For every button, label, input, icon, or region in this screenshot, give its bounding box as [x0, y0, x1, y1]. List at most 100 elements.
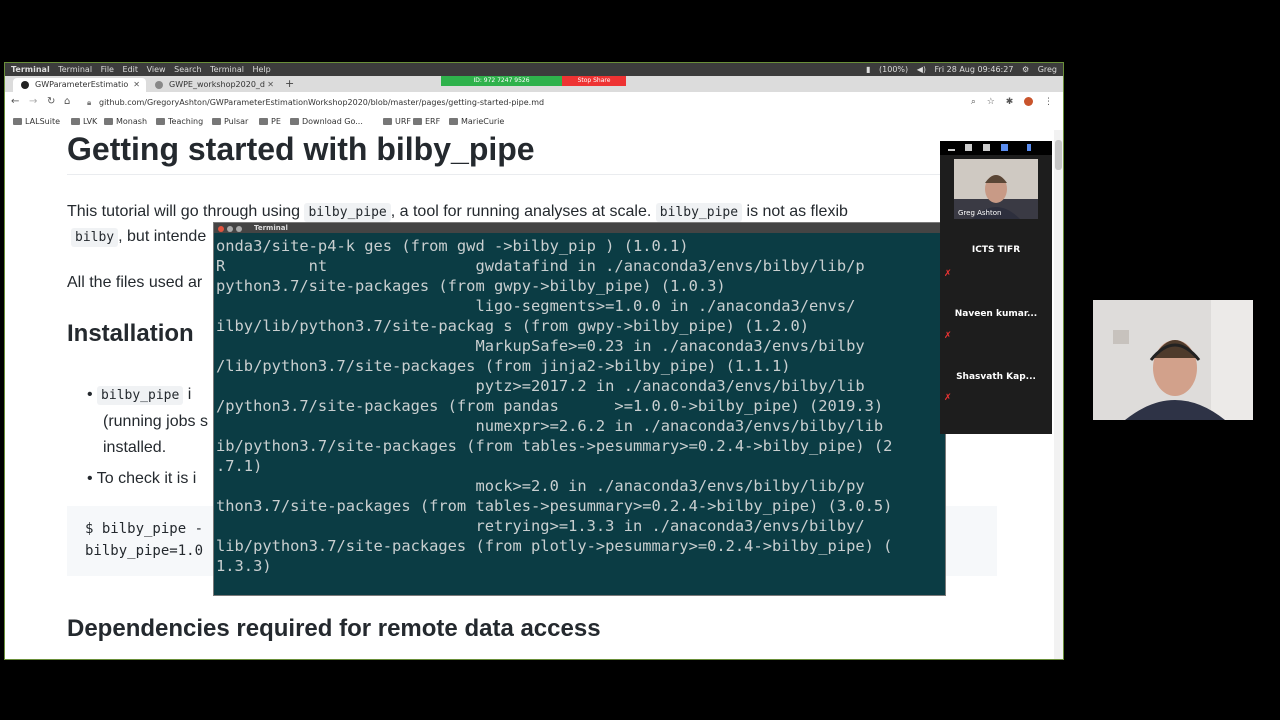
terminal-title: Terminal [254, 224, 288, 232]
home-icon[interactable]: ⌂ [64, 96, 70, 107]
list-item-line3: installed. [103, 439, 167, 456]
mic-muted-icon: ✗ [944, 269, 952, 279]
participant-tile[interactable]: Naveen kumar... ✗ [940, 309, 1052, 371]
mic-muted-icon: ✗ [944, 331, 952, 341]
minimize-icon[interactable] [227, 226, 233, 232]
close-icon[interactable] [218, 226, 224, 232]
mic-muted-icon: ✗ [944, 393, 952, 403]
speaker-camera-view [1093, 300, 1253, 420]
terminal-line: .7.1) [216, 457, 263, 475]
terminal-line: onda3/site-p4-k ges (from gwd ->bilby_pi… [216, 237, 689, 255]
bookmark-lalsuite[interactable]: LALSuite [13, 114, 60, 130]
tab-github-repo[interactable]: GWParameterEstimatio ✕ [13, 78, 146, 92]
code-line: $ bilby_pipe - [85, 521, 204, 537]
menu-dots-icon[interactable]: ⋮ [1044, 97, 1053, 107]
forward-icon[interactable]: → [29, 96, 37, 107]
close-icon[interactable]: ✕ [133, 78, 140, 92]
window-icon[interactable] [965, 144, 972, 151]
battery-icon[interactable]: ▮ [866, 65, 870, 74]
meeting-id-banner: ID: 972 7247 9526 [441, 76, 562, 86]
terminal-line: thon3.7/site-packages (from tables->pesu… [216, 497, 893, 515]
tab-label: GWParameterEstimatio [35, 80, 129, 89]
intro-text: , a tool for running analyses at scale. [390, 203, 656, 220]
url-field[interactable]: 🔒︎ github.com/GregoryAshton/GWParameterE… [83, 96, 961, 110]
browser-actions: ⌕ ☆ ✱ ⋮ [963, 97, 1053, 107]
bookmark-erf[interactable]: ERF [413, 114, 440, 130]
bookmark-urf[interactable]: URF [383, 114, 411, 130]
close-icon[interactable]: ✕ [267, 78, 274, 92]
menu-edit[interactable]: Edit [123, 65, 139, 74]
inline-code: bilby_pipe [304, 203, 391, 222]
extension-icon[interactable]: ✱ [1006, 97, 1014, 107]
menu-terminal-2[interactable]: Terminal [210, 65, 244, 74]
minimize-icon[interactable] [948, 149, 955, 151]
title-divider [67, 174, 997, 175]
bookmark-monash[interactable]: Monash [104, 114, 147, 130]
menu-search[interactable]: Search [174, 65, 201, 74]
power-icon[interactable]: ⚙ [1022, 65, 1029, 74]
github-icon [21, 81, 29, 89]
user-name[interactable]: Greg [1038, 65, 1057, 74]
list-item: • bilby_pipe i [87, 386, 191, 405]
browser-tab-bar: GWParameterEstimatio ✕ GWPE_workshop2020… [5, 76, 1063, 92]
bookmark-lvk[interactable]: LVK [71, 114, 97, 130]
back-icon[interactable]: ← [11, 96, 19, 107]
gallery-view-icon[interactable] [1001, 144, 1008, 151]
avatar[interactable] [1024, 97, 1034, 106]
terminal-line: retrying>=1.3.3 in ./anaconda3/envs/bilb… [216, 517, 865, 535]
bookmark-pulsar[interactable]: Pulsar [212, 114, 248, 130]
menu-app-name[interactable]: Terminal [11, 65, 50, 74]
menu-terminal[interactable]: Terminal [58, 65, 92, 74]
page-icon [155, 81, 163, 89]
terminal-window[interactable]: Terminal onda3/site-p4-k ges (from gwd -… [213, 222, 946, 596]
zoom-toolbar [940, 141, 1052, 155]
window-controls [218, 225, 245, 235]
clock[interactable]: Fri 28 Aug 09:46:27 [935, 65, 1014, 74]
list-item-line2: (running jobs s [103, 413, 208, 430]
maximize-icon[interactable] [236, 226, 242, 232]
page-title: Getting started with bilby_pipe [67, 131, 535, 167]
menu-view[interactable]: View [147, 65, 166, 74]
terminal-titlebar[interactable]: Terminal [214, 223, 945, 233]
terminal-line: pytz>=2017.2 in ./anaconda3/envs/bilby/l… [216, 377, 865, 395]
page-scrollbar[interactable] [1054, 130, 1063, 659]
stop-share-button[interactable]: Stop Share [562, 76, 626, 86]
battery-percent: (100%) [879, 65, 909, 74]
terminal-line: ib/python3.7/site-packages (from tables-… [216, 437, 893, 455]
bookmarks-bar: LALSuite LVK Monash Teaching Pulsar PE D… [5, 114, 1063, 131]
tab-workshop[interactable]: GWPE_workshop2020_d ✕ [147, 78, 280, 92]
reload-icon[interactable]: ↻ [47, 96, 55, 107]
bookmark-teaching[interactable]: Teaching [156, 114, 203, 130]
new-tab-button[interactable]: + [285, 77, 294, 90]
menu-help[interactable]: Help [253, 65, 271, 74]
bookmark-pe[interactable]: PE [259, 114, 281, 130]
dependencies-heading: Dependencies required for remote data ac… [67, 615, 601, 642]
participant-tile[interactable]: ICTS TIFR ✗ [940, 245, 1052, 307]
volume-icon[interactable]: ◀) [917, 65, 926, 74]
bookmark-mariecurie[interactable]: MarieCurie [449, 114, 504, 130]
list-item: • To check it is i [87, 470, 196, 488]
terminal-line: ligo-segments>=1.0.0 in ./anaconda3/envs… [216, 297, 856, 315]
intro-text: This tutorial will go through using [67, 203, 305, 220]
tab-label: GWPE_workshop2020_d [169, 80, 265, 89]
intro-paragraph: This tutorial will go through using bilb… [67, 203, 848, 222]
maximize-icon[interactable] [983, 144, 990, 151]
scrollbar-thumb[interactable] [1055, 140, 1062, 170]
participant-name: Greg Ashton [958, 209, 1002, 217]
terminal-line: ilby/lib/python3.7/site-packag s (from g… [216, 317, 810, 335]
terminal-line: lib/python3.7/site-packages (from plotly… [216, 537, 893, 555]
menu-file[interactable]: File [101, 65, 114, 74]
zoom-icon[interactable]: ⌕ [971, 97, 976, 107]
participant-name: Naveen kumar... [954, 309, 1038, 319]
bullet-dot: • [87, 470, 97, 487]
intro-text: , but intende [118, 228, 207, 245]
terminal-line: R nt gwdatafind in ./anaconda3/envs/bilb… [216, 257, 865, 275]
terminal-line: /lib/python3.7/site-packages (from jinja… [216, 357, 791, 375]
url-text: github.com/GregoryAshton/GWParameterEsti… [99, 98, 545, 107]
expand-icon[interactable] [1027, 144, 1031, 151]
star-icon[interactable]: ☆ [987, 97, 995, 107]
bookmark-download[interactable]: Download Go... [290, 114, 363, 130]
participant-tile[interactable]: Shasvath Kap... ✗ [940, 372, 1052, 434]
system-tray: ▮ (100%) ◀) Fri 28 Aug 09:46:27 ⚙ Greg [860, 63, 1057, 76]
intro-paragraph-line2: bilby, but intende [71, 228, 207, 247]
